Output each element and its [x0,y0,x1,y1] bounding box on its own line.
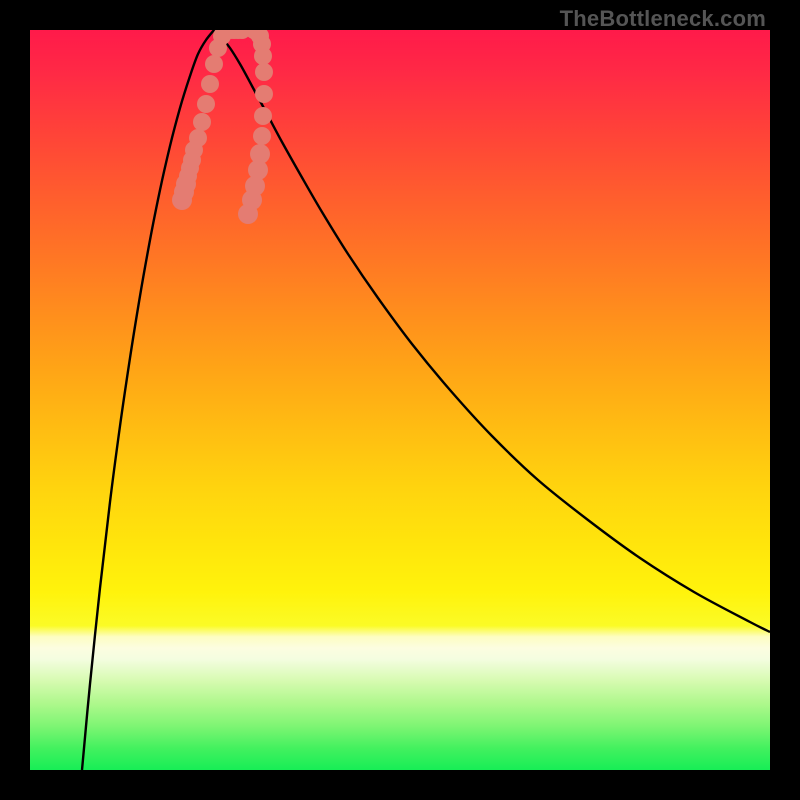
data-marker [254,107,272,125]
curve-right [214,30,770,632]
markers-right [238,30,273,224]
data-marker [193,113,211,131]
data-marker [197,95,215,113]
data-marker [201,75,219,93]
data-marker [255,85,273,103]
watermark: TheBottleneck.com [560,6,766,32]
data-marker [255,63,273,81]
data-marker [189,129,207,147]
markers-left [172,30,251,210]
data-marker [205,55,223,73]
plot-area [30,30,770,770]
data-marker [250,144,270,164]
data-marker [253,127,271,145]
chart-frame: TheBottleneck.com [0,0,800,800]
curve-layer [30,30,770,770]
